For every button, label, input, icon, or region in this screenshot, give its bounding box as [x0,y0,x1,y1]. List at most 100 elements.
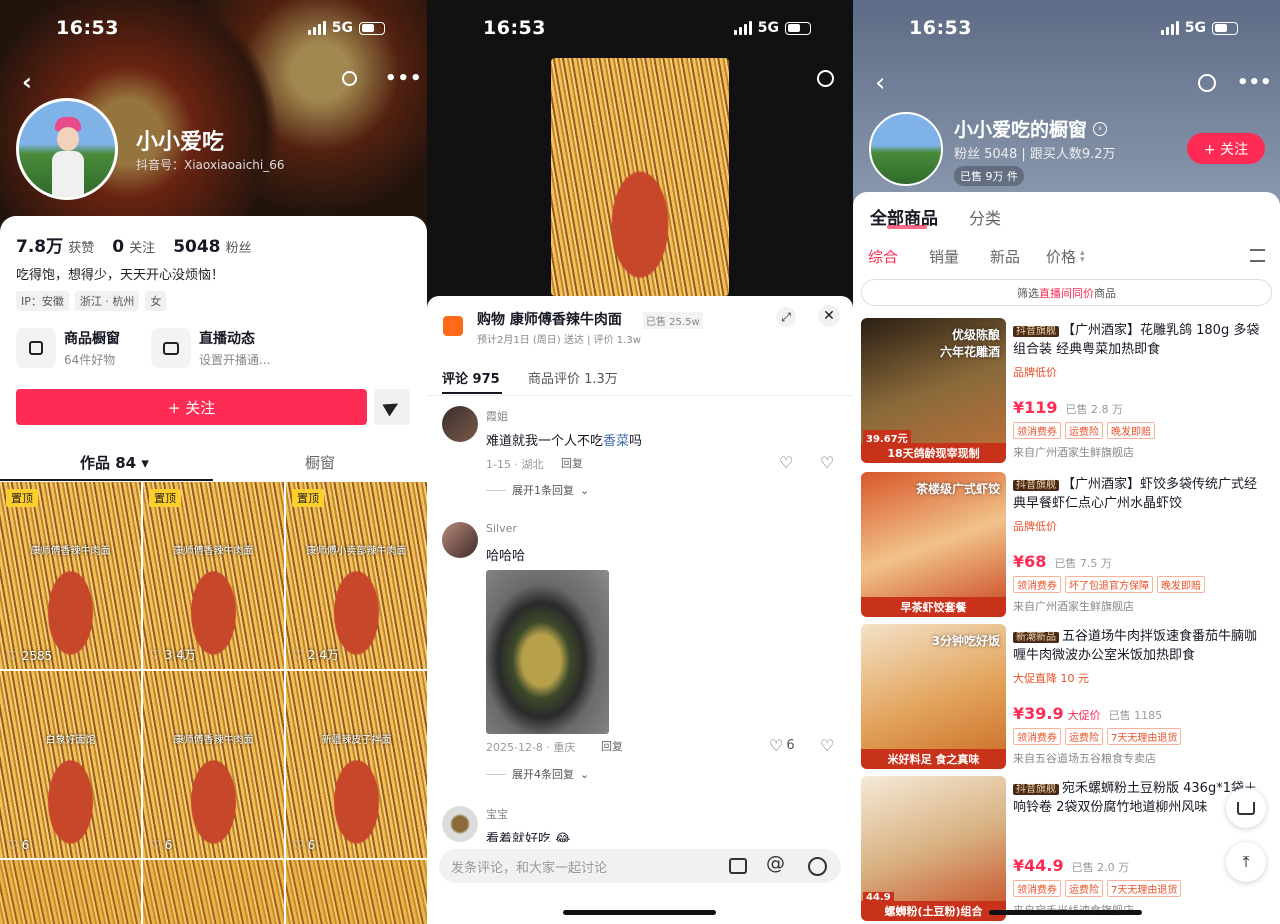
search-icon[interactable] [817,70,834,87]
video-likes: ♡ 6 [293,838,315,852]
more-icon[interactable]: ••• [385,68,423,89]
product-image[interactable]: 优级陈酿 六年花雕酒 18天鸽龄现宰现制 39.67元 [861,318,1006,463]
product-card[interactable]: 茶楼级广式虾饺 早茶虾饺套餐 抖音旗舰 【广州酒家】虾饺多袋传统广式经典早餐虾仁点… [861,472,1272,620]
tag-ip: IP：安徽 [16,291,69,311]
like-count: 6 [21,838,30,852]
stat-followers[interactable]: 5048 粉丝 [173,237,251,257]
product-image[interactable]: 茶楼级广式虾饺 早茶虾饺套餐 [861,472,1006,617]
video-thumb[interactable] [286,860,427,924]
expand-replies[interactable]: 展开4条回复 ⌄ [486,766,589,782]
product-card[interactable]: 3分钟吃好饭 米好料足 食之真味 新潮新品 五谷道场牛肉拌饭速食番茄牛腩咖喱牛肉微… [861,624,1272,772]
comment-avatar[interactable] [442,406,478,442]
status-indicators: 5G [733,20,811,36]
feature-live[interactable]: 直播动态 设置开播通... [151,328,270,368]
product-store[interactable]: 来自五谷道场五谷粮食专卖店 [1013,750,1156,766]
comment-user[interactable]: 宝宝 [486,806,508,822]
shop-title[interactable]: 小小爱吃的橱窗 › [954,115,1108,142]
back-icon[interactable]: ‹ [875,68,885,98]
pinned-badge: 置顶 [149,489,181,507]
live-tv-icon [151,328,191,368]
tab-product-reviews[interactable]: 商品评价 1.3万 [528,368,618,387]
video-thumb[interactable]: 康师傅香辣牛肉面 ♡ 6 [143,671,284,858]
expand-replies[interactable]: 展开1条回复 ⌄ [486,482,589,498]
at-icon[interactable]: @ [766,852,785,874]
close-icon[interactable]: ✕ [818,305,840,327]
product-image-headline: 茶楼级广式虾饺 [915,482,1000,496]
promo-text: 大促直降 10 元 [1013,672,1089,685]
product-store[interactable]: 来自广州酒家生鲜旗舰店 [1013,598,1134,614]
like-button[interactable]: ♡ 6 [769,736,795,755]
product-store[interactable]: 来自广州酒家生鲜旗舰店 [1013,444,1134,460]
stat-following[interactable]: 0 关注 [112,237,155,257]
stat-likes[interactable]: 7.8万 获赞 [16,232,94,257]
comment-user[interactable]: Silver [486,522,517,535]
video-thumb[interactable] [143,860,284,924]
product-price-row: ¥68 已售 7.5 万 [1013,552,1112,571]
cart-icon[interactable] [443,316,463,336]
sort-arrows-icon: ▴ ▾ [1080,247,1085,265]
tab-works[interactable]: 作品 84 ▾ [80,452,149,473]
comment-image[interactable] [486,570,609,734]
product-image[interactable]: 3分钟吃好饭 米好料足 食之真味 [861,624,1006,769]
dislike-icon[interactable]: ♡ [820,736,834,755]
tab-comments-underline [442,392,502,394]
product-card[interactable]: 螺蛳粉(土豆粉)组合 44.9 抖音旗舰 宛禾螺蛳粉土豆粉版 436g*1袋＋响铃… [861,776,1272,924]
sort-new[interactable]: 新品 [990,246,1020,267]
shop-follow-button[interactable]: + 关注 [1187,133,1265,164]
product-tag: 7天无理由退货 [1107,880,1182,897]
tab-category[interactable]: 分类 [969,205,1001,229]
reply-button[interactable]: 回复 [561,455,583,471]
list-view-icon[interactable] [1250,249,1265,262]
search-icon[interactable] [342,71,357,86]
comment-user[interactable]: 霞姐 [486,408,508,424]
video-thumb[interactable]: 新疆辣皮子拌面 ♡ 6 [286,671,427,858]
product-delivery: 预计2月1日 (周日) 送达 | 评价 1.3w [477,335,641,346]
product-title[interactable]: 购物 康师傅香辣牛肉面 [477,309,622,329]
image-icon[interactable] [729,858,747,874]
sort-sales[interactable]: 销量 [929,246,959,267]
search-icon[interactable] [1198,74,1216,92]
dislike-icon[interactable]: ♡ [820,453,834,472]
tab-showcase[interactable]: 橱窗 [305,452,335,473]
tab-underline [887,225,927,229]
emoji-picker-icon[interactable] [808,857,827,876]
product-image[interactable]: 螺蛳粉(土豆粉)组合 44.9 [861,776,1006,921]
comment-keyword-link[interactable]: 香菜 [603,434,629,449]
comment-avatar[interactable] [442,522,478,558]
stats-row: 7.8万 获赞 0 关注 5048 粉丝 [16,232,252,257]
shop-fans: 粉丝 5048 [954,147,1018,162]
shop-window-panel: 16:53 5G ‹ ••• 小小爱吃的橱窗 › 粉丝 5048 | 跟买人数9… [853,0,1280,924]
follow-button[interactable]: + 关注 [16,389,367,425]
video-thumb[interactable]: 置顶 康师傅香辣牛肉面 ♡ 2585 [0,482,141,669]
store-badge: 抖音旗舰 [1013,480,1059,491]
filter-live-price[interactable]: 筛选 直播间同价 商品 [861,279,1272,306]
tab-comments[interactable]: 评论 975 [442,368,500,387]
back-to-top-button[interactable]: ⤒ [1226,842,1266,882]
heart-icon[interactable]: ♡ [779,453,793,472]
video-thumb[interactable]: 白象好面馆 ♡ 6 [0,671,141,858]
like-count: 2585 [21,649,53,663]
share-button[interactable] [374,389,410,425]
video-player[interactable] [551,58,729,296]
douyin-id[interactable]: 抖音号：Xiaoxiaoaichi_66 [136,156,285,173]
back-icon[interactable]: ‹ [22,68,32,96]
cart-float-button[interactable] [1226,788,1266,828]
profile-tags: IP：安徽 浙江 · 杭州 女 [16,291,167,311]
feature-shop-window[interactable]: 商品橱窗 64件好物 [16,328,120,368]
feature-title: 直播动态 [199,331,255,347]
sort-price[interactable]: 价格 ▴ ▾ [1046,246,1085,267]
shop-avatar[interactable] [869,112,943,186]
status-time: 16:53 [483,17,546,39]
video-thumb[interactable]: 置顶 康师傅小卖部辣牛肉面 ♡ 2.4万 [286,482,427,669]
video-thumb[interactable]: 置顶 康师傅香辣牛肉面 ♡ 3.4万 [143,482,284,669]
expand-icon[interactable]: ⤢ [776,307,796,327]
avatar[interactable] [16,98,118,200]
more-icon[interactable]: ••• [1237,72,1272,93]
video-thumb[interactable] [0,860,141,924]
product-card[interactable]: 优级陈酿 六年花雕酒 18天鸽龄现宰现制 39.67元 抖音旗舰 【广州酒家】花雕… [861,318,1272,466]
signal-icon [733,21,752,35]
sort-general[interactable]: 综合 [868,246,898,267]
reply-button[interactable]: 回复 [601,738,623,754]
comment-avatar[interactable] [442,806,478,842]
comment-text-part: 吗 [629,434,643,449]
